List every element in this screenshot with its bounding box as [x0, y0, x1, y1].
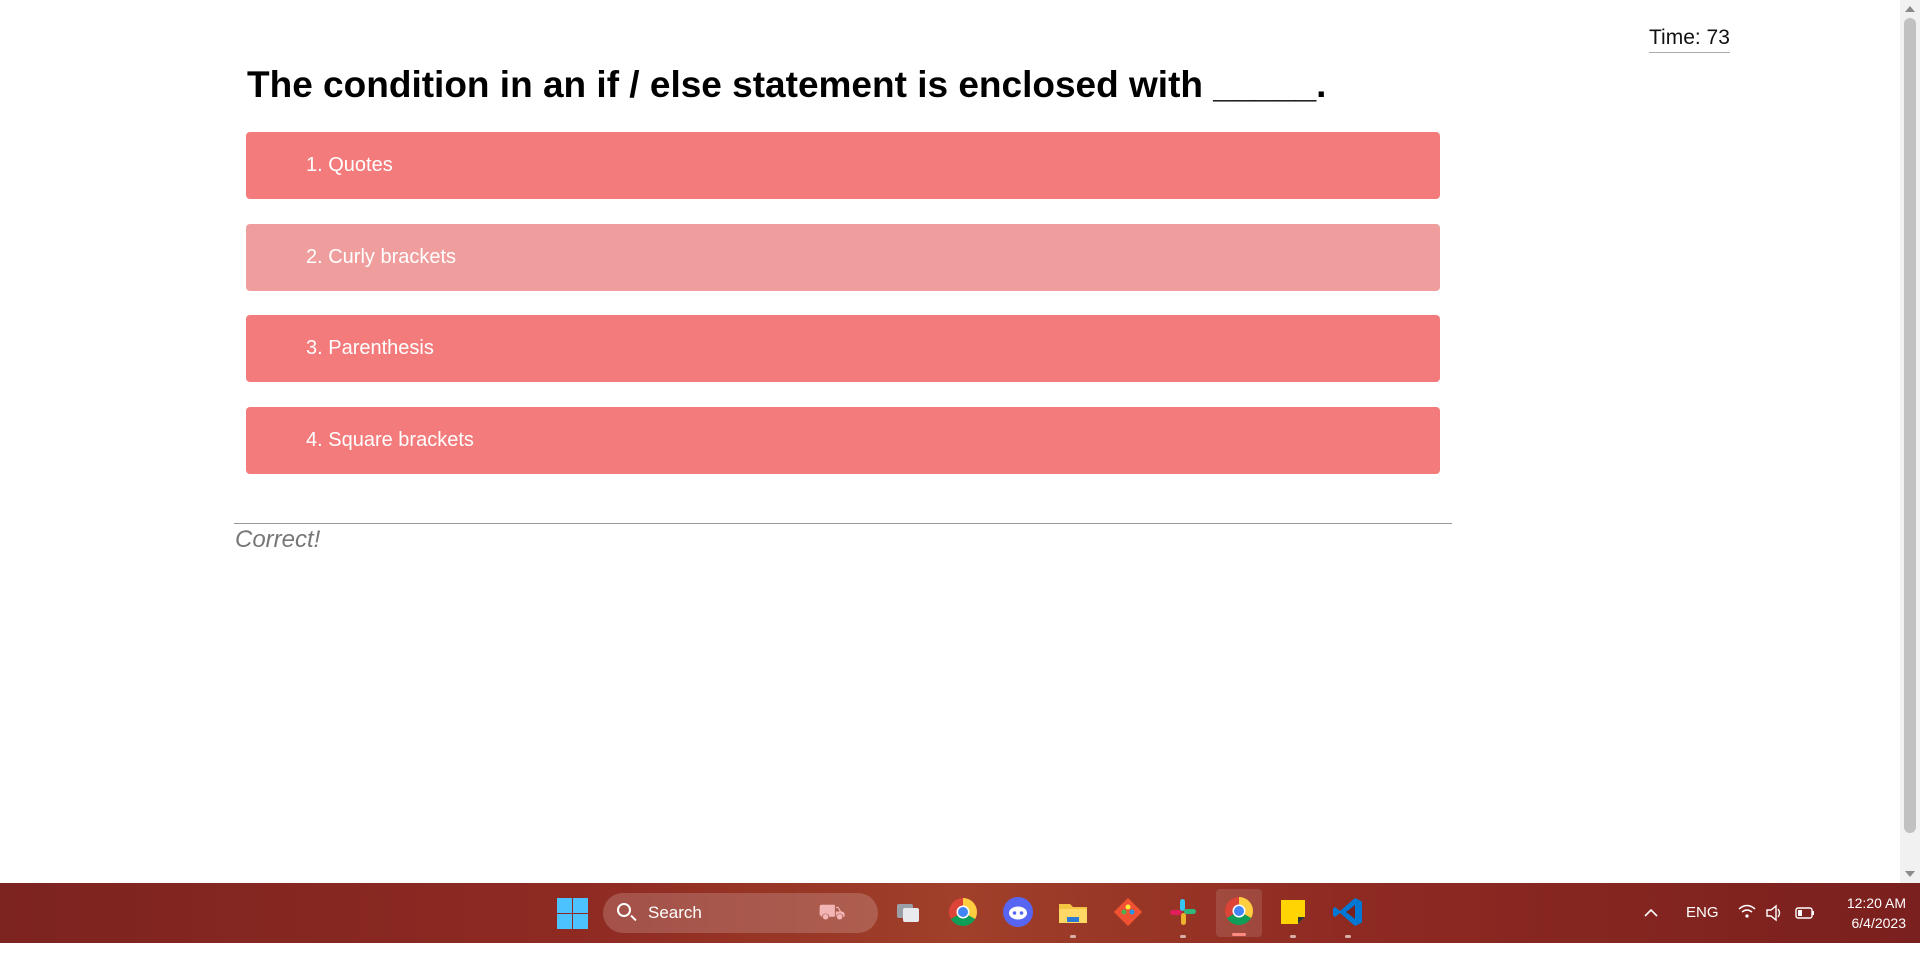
feedback-divider [234, 523, 1452, 524]
battery-icon[interactable] [1794, 883, 1816, 943]
wifi-icon[interactable] [1737, 883, 1757, 943]
active-indicator [1232, 933, 1246, 936]
answer-label: 1. Quotes [306, 154, 393, 176]
timer: Time: 73 [1649, 26, 1730, 53]
task-view-icon[interactable] [891, 895, 925, 931]
running-indicator [1290, 935, 1296, 938]
chrome-icon[interactable] [946, 895, 980, 931]
windows-start-icon[interactable] [555, 896, 589, 930]
answer-label: 2. Curly brackets [306, 246, 457, 268]
taskbar: Search ⛟ ENG 12:20 AM 6/4/2023 [0, 883, 1920, 943]
answer-button-2[interactable]: 2. Curly brackets [246, 224, 1440, 291]
clock-date: 6/4/2023 [1851, 915, 1907, 931]
question-title: The condition in an if / else statement … [247, 64, 1327, 105]
vscode-icon[interactable] [1331, 895, 1365, 938]
browser-viewport: Time: 73 The condition in an if / else s… [0, 0, 1900, 883]
running-indicator [1345, 935, 1351, 938]
answer-button-1[interactable]: 1. Quotes [246, 132, 1440, 199]
sticky-notes-icon[interactable] [1276, 895, 1310, 938]
answer-label: 4. Square brackets [306, 429, 474, 451]
bicycle-icon: ⛟ [818, 899, 846, 924]
file-explorer-icon[interactable] [1056, 895, 1090, 938]
search-icon [617, 903, 631, 917]
chrome-active-icon[interactable] [1216, 889, 1262, 937]
git-icon[interactable] [1111, 895, 1145, 931]
search-placeholder: Search [648, 903, 702, 922]
scroll-down-icon[interactable] [1905, 871, 1915, 877]
system-clock[interactable]: 12:20 AM 6/4/2023 [1826, 893, 1906, 933]
slack-icon[interactable] [1166, 895, 1200, 938]
clock-time: 12:20 AM [1846, 895, 1906, 911]
taskbar-search[interactable]: Search ⛟ [603, 893, 878, 933]
answer-button-3[interactable]: 3. Parenthesis [246, 315, 1440, 382]
feedback-text: Correct! [235, 526, 321, 553]
volume-icon[interactable] [1764, 883, 1784, 943]
answer-label: 3. Parenthesis [306, 337, 434, 359]
chevron-up-icon[interactable] [1643, 883, 1659, 943]
discord-icon[interactable] [1001, 895, 1035, 931]
scrollbar-thumb[interactable] [1904, 18, 1916, 833]
running-indicator [1070, 935, 1076, 938]
language-indicator[interactable]: ENG [1686, 883, 1719, 943]
answer-button-4[interactable]: 4. Square brackets [246, 407, 1440, 474]
running-indicator [1180, 935, 1186, 938]
vertical-scrollbar[interactable] [1900, 0, 1920, 883]
scroll-up-icon[interactable] [1905, 6, 1915, 12]
